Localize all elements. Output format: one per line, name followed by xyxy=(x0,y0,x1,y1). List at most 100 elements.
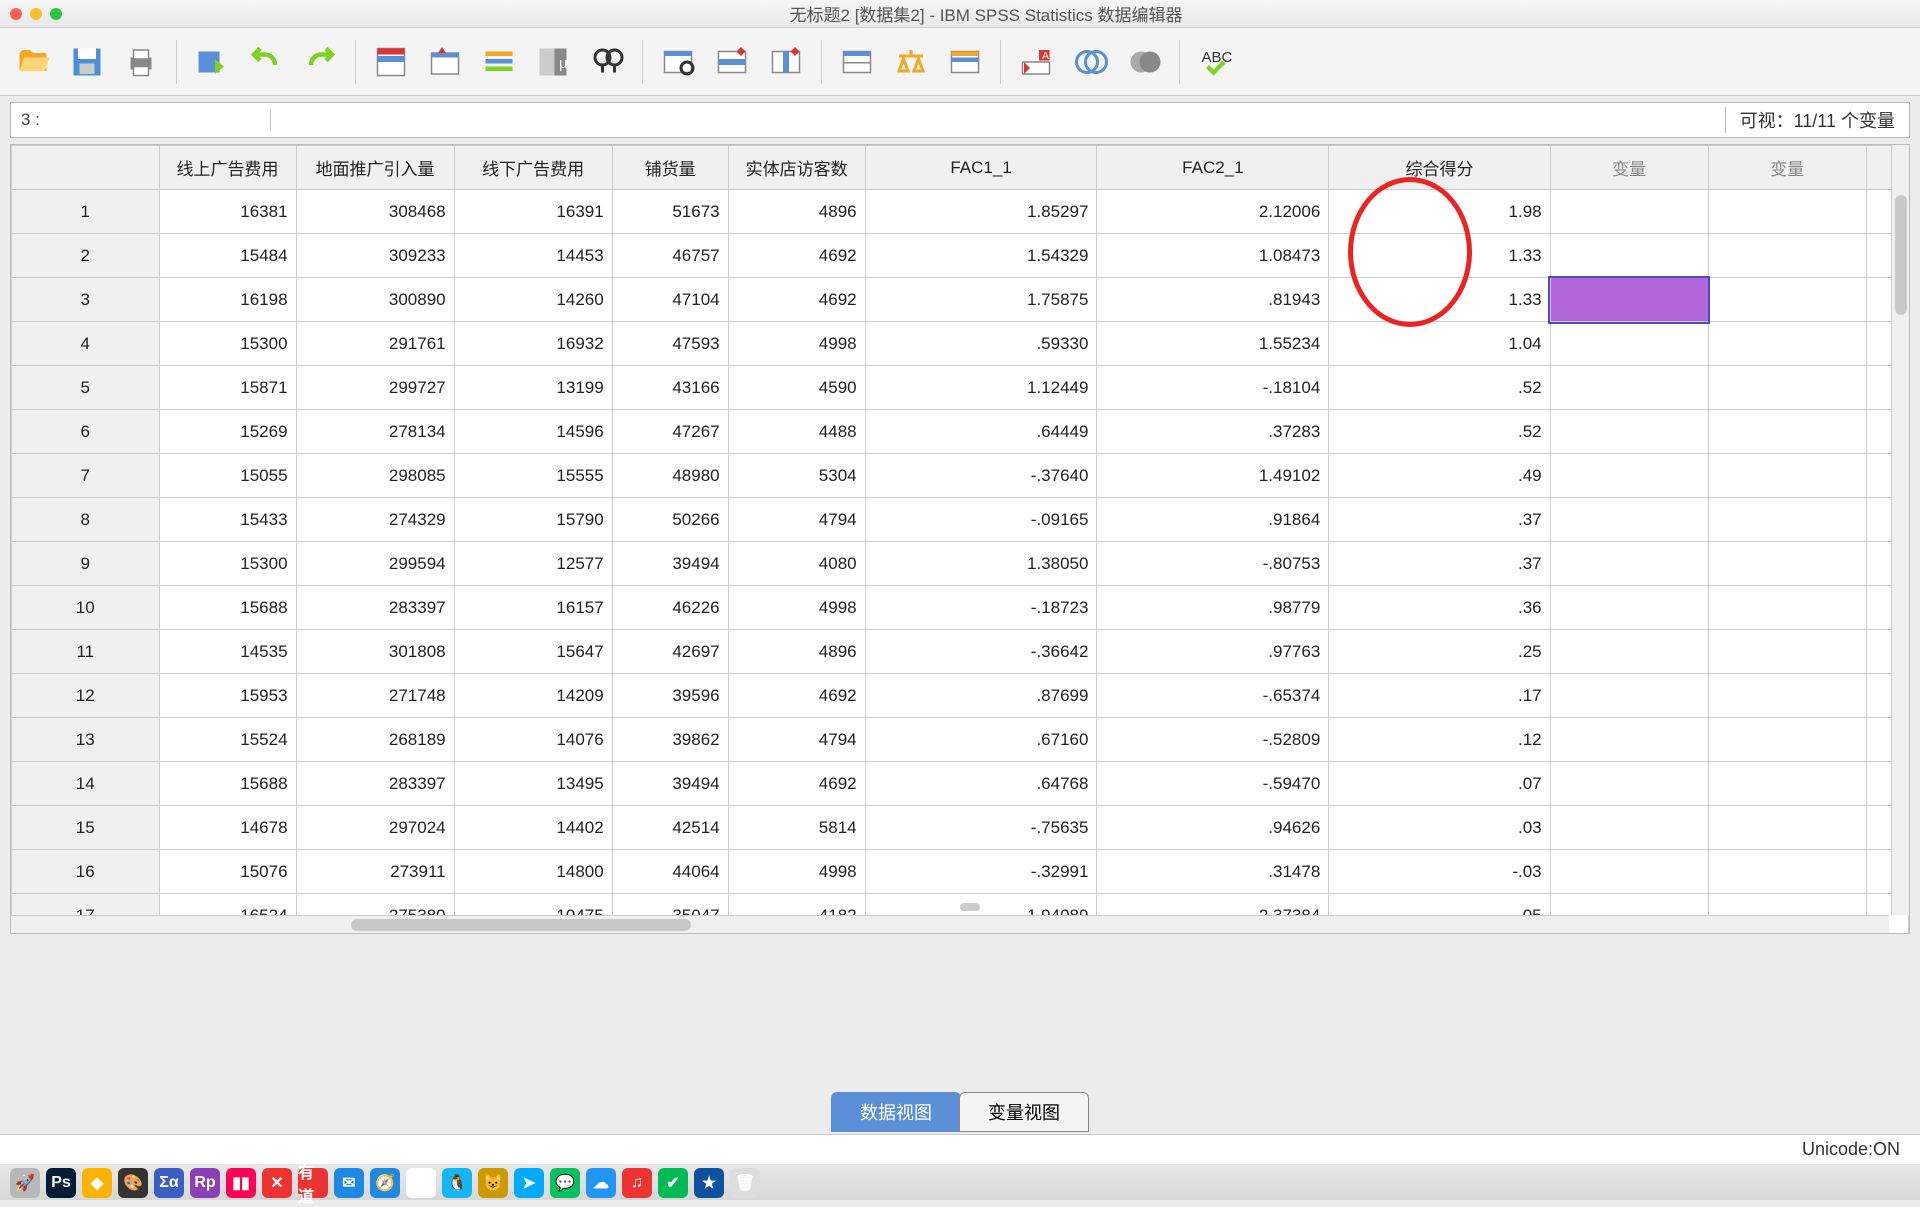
dock-emoji[interactable]: 😺 xyxy=(478,1168,508,1198)
dock-tuts[interactable]: ▮▮ xyxy=(226,1168,256,1198)
open-button[interactable] xyxy=(10,39,56,85)
dock-xmind[interactable]: ✕ xyxy=(262,1168,292,1198)
data-cell[interactable]: 1.33 xyxy=(1329,234,1550,278)
data-cell[interactable]: 13199 xyxy=(454,366,612,410)
data-cell[interactable]: -.18104 xyxy=(1097,366,1329,410)
data-cell[interactable]: -.18723 xyxy=(865,586,1097,630)
data-cell[interactable]: .94626 xyxy=(1097,806,1329,850)
data-cell[interactable]: 14402 xyxy=(454,806,612,850)
data-cell[interactable]: -.32991 xyxy=(865,850,1097,894)
data-cell[interactable]: 14800 xyxy=(454,850,612,894)
data-cell[interactable] xyxy=(1708,278,1866,322)
data-cell[interactable]: 14535 xyxy=(159,630,296,674)
data-cell[interactable]: 1.12449 xyxy=(865,366,1097,410)
vertical-scrollbar[interactable] xyxy=(1891,145,1909,915)
dock-launchpad[interactable]: 🚀 xyxy=(10,1168,40,1198)
dock-youdao[interactable]: 有道 xyxy=(298,1168,328,1198)
data-cell[interactable]: -.03 xyxy=(1329,850,1550,894)
data-cell[interactable]: 1.04 xyxy=(1329,322,1550,366)
data-cell[interactable]: .64449 xyxy=(865,410,1097,454)
row-header[interactable]: 16 xyxy=(12,850,160,894)
data-cell[interactable]: .91864 xyxy=(1097,498,1329,542)
data-cell[interactable]: .37283 xyxy=(1097,410,1329,454)
tab-variable-view[interactable]: 变量视图 xyxy=(959,1092,1089,1132)
data-cell[interactable]: 291761 xyxy=(296,322,454,366)
spell-button[interactable]: ABC xyxy=(1192,39,1238,85)
data-cell[interactable]: 15433 xyxy=(159,498,296,542)
data-cell[interactable] xyxy=(1550,278,1708,322)
print-button[interactable] xyxy=(118,39,164,85)
row-header[interactable]: 15 xyxy=(12,806,160,850)
data-cell[interactable]: 1.49102 xyxy=(1097,454,1329,498)
data-cell[interactable]: .97763 xyxy=(1097,630,1329,674)
data-cell[interactable]: 283397 xyxy=(296,762,454,806)
data-cell[interactable]: 15484 xyxy=(159,234,296,278)
data-cell[interactable] xyxy=(1708,630,1866,674)
data-cell[interactable]: 15555 xyxy=(454,454,612,498)
data-cell[interactable]: 48980 xyxy=(612,454,728,498)
data-cell[interactable] xyxy=(1708,806,1866,850)
data-cell[interactable] xyxy=(1708,850,1866,894)
row-header[interactable]: 13 xyxy=(12,718,160,762)
data-cell[interactable] xyxy=(1708,498,1866,542)
data-cell[interactable]: 1.08473 xyxy=(1097,234,1329,278)
column-header[interactable]: 变量 xyxy=(1708,146,1866,190)
data-cell[interactable]: 39494 xyxy=(612,542,728,586)
undo-button[interactable] xyxy=(243,39,289,85)
data-cell[interactable]: 297024 xyxy=(296,806,454,850)
dock-mail[interactable]: ✉ xyxy=(334,1168,364,1198)
data-cell[interactable]: .36 xyxy=(1329,586,1550,630)
data-cell[interactable]: 1.98 xyxy=(1329,190,1550,234)
data-cell[interactable]: 15055 xyxy=(159,454,296,498)
data-cell[interactable]: 5814 xyxy=(728,806,865,850)
data-cell[interactable]: -.59470 xyxy=(1097,762,1329,806)
data-cell[interactable] xyxy=(1708,234,1866,278)
data-cell[interactable] xyxy=(1550,410,1708,454)
data-cell[interactable]: .37 xyxy=(1329,498,1550,542)
data-cell[interactable]: 4692 xyxy=(728,278,865,322)
data-cell[interactable] xyxy=(1708,454,1866,498)
data-cell[interactable]: 4692 xyxy=(728,234,865,278)
row-header[interactable]: 3 xyxy=(12,278,160,322)
weight-button[interactable] xyxy=(888,39,934,85)
corner-cell[interactable] xyxy=(12,146,160,190)
horizontal-scrollbar[interactable] xyxy=(11,915,1889,933)
data-cell[interactable] xyxy=(1550,762,1708,806)
save-button[interactable] xyxy=(64,39,110,85)
tab-data-view[interactable]: 数据视图 xyxy=(831,1092,961,1132)
dock-color[interactable]: 🎨 xyxy=(118,1168,148,1198)
data-cell[interactable]: 16932 xyxy=(454,322,612,366)
data-cell[interactable]: 4794 xyxy=(728,498,865,542)
data-cell[interactable]: 14260 xyxy=(454,278,612,322)
data-cell[interactable]: 4998 xyxy=(728,586,865,630)
data-cell[interactable]: 15647 xyxy=(454,630,612,674)
data-cell[interactable] xyxy=(1708,322,1866,366)
data-cell[interactable] xyxy=(1550,806,1708,850)
data-cell[interactable] xyxy=(1550,190,1708,234)
sets-button[interactable] xyxy=(1121,39,1167,85)
data-cell[interactable]: 1.38050 xyxy=(865,542,1097,586)
dock-sigma[interactable]: Σα xyxy=(154,1168,184,1198)
data-cell[interactable]: 4998 xyxy=(728,850,865,894)
data-cell[interactable]: 15076 xyxy=(159,850,296,894)
column-header[interactable]: 线上广告费用 xyxy=(159,146,296,190)
data-cell[interactable] xyxy=(1550,366,1708,410)
data-cell[interactable]: .52 xyxy=(1329,410,1550,454)
split-button[interactable] xyxy=(834,39,880,85)
data-cell[interactable] xyxy=(1708,542,1866,586)
data-cell[interactable]: .87699 xyxy=(865,674,1097,718)
data-cell[interactable]: 4488 xyxy=(728,410,865,454)
data-cell[interactable]: 4896 xyxy=(728,630,865,674)
data-cell[interactable]: 300890 xyxy=(296,278,454,322)
data-cell[interactable]: 43166 xyxy=(612,366,728,410)
data-cell[interactable] xyxy=(1550,234,1708,278)
dock-chrome[interactable]: ◉ xyxy=(406,1168,436,1198)
data-cell[interactable] xyxy=(1708,674,1866,718)
data-cell[interactable]: 268189 xyxy=(296,718,454,762)
data-cell[interactable]: 308468 xyxy=(296,190,454,234)
data-cell[interactable] xyxy=(1708,718,1866,762)
data-cell[interactable]: 4794 xyxy=(728,718,865,762)
data-cell[interactable]: 15524 xyxy=(159,718,296,762)
data-cell[interactable] xyxy=(1708,410,1866,454)
dock-safari[interactable]: 🧭 xyxy=(370,1168,400,1198)
